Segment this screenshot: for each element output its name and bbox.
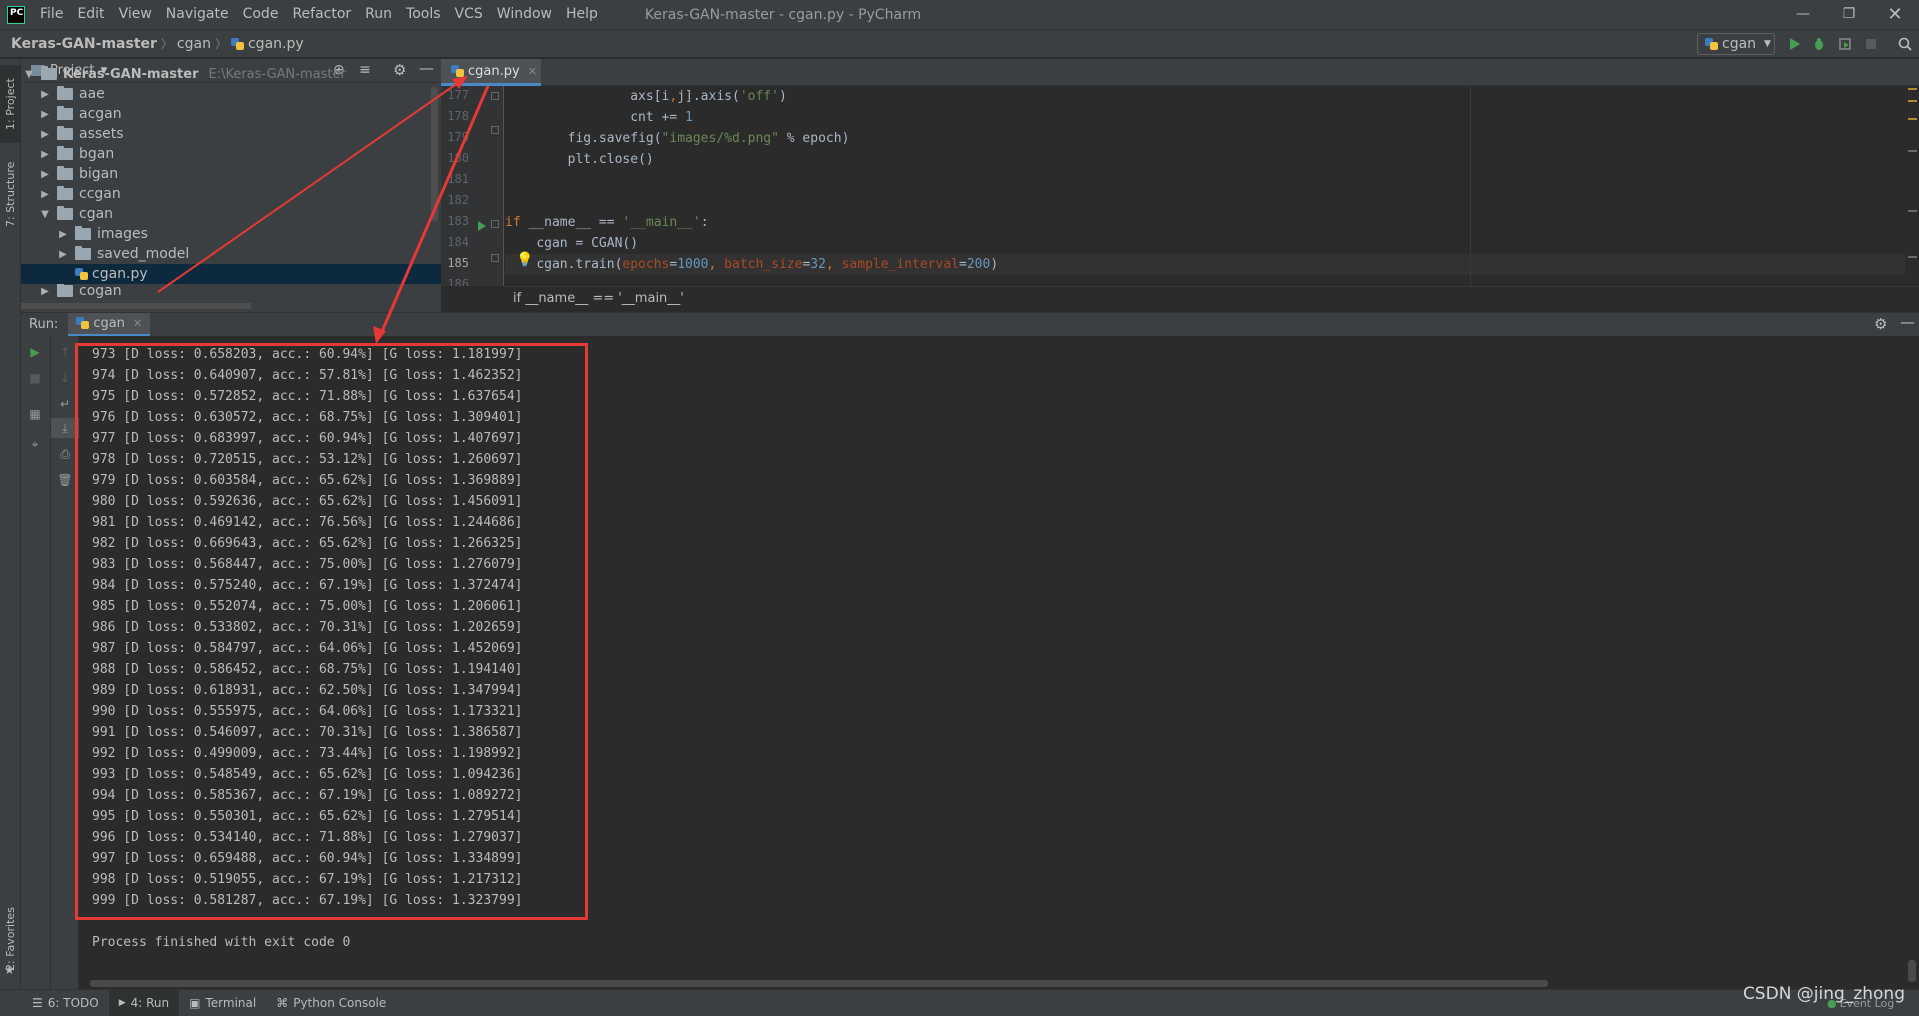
status-tab-terminal[interactable]: ▣ Terminal bbox=[179, 990, 266, 1016]
csdn-watermark: CSDN @jing_zhong bbox=[1742, 984, 1905, 1004]
annotation-arrow-line bbox=[157, 79, 463, 293]
python-console-icon: ⌘ bbox=[276, 996, 289, 1010]
play-icon: ▶ bbox=[118, 998, 126, 1008]
status-bar: ☰ 6: TODO ▶ 4: Run ▣ Terminal ⌘ Python C… bbox=[0, 989, 1919, 1016]
status-tab-run-label: 4: Run bbox=[130, 996, 170, 1010]
status-tab-run[interactable]: ▶ 4: Run bbox=[108, 989, 180, 1016]
status-tab-todo-label: 6: TODO bbox=[47, 996, 99, 1010]
annotation-arrowhead bbox=[452, 76, 468, 89]
status-tab-terminal-label: Terminal bbox=[205, 996, 257, 1010]
status-tab-python-console[interactable]: ⌘ Python Console bbox=[266, 990, 396, 1016]
annotation-arrows bbox=[157, 76, 490, 344]
terminal-icon: ▣ bbox=[189, 996, 201, 1010]
status-tab-todo[interactable]: ☰ 6: TODO bbox=[22, 990, 109, 1016]
list-icon: ☰ bbox=[32, 996, 43, 1010]
status-tab-python-console-label: Python Console bbox=[293, 996, 387, 1010]
annotation-arrow-line bbox=[378, 85, 490, 337]
